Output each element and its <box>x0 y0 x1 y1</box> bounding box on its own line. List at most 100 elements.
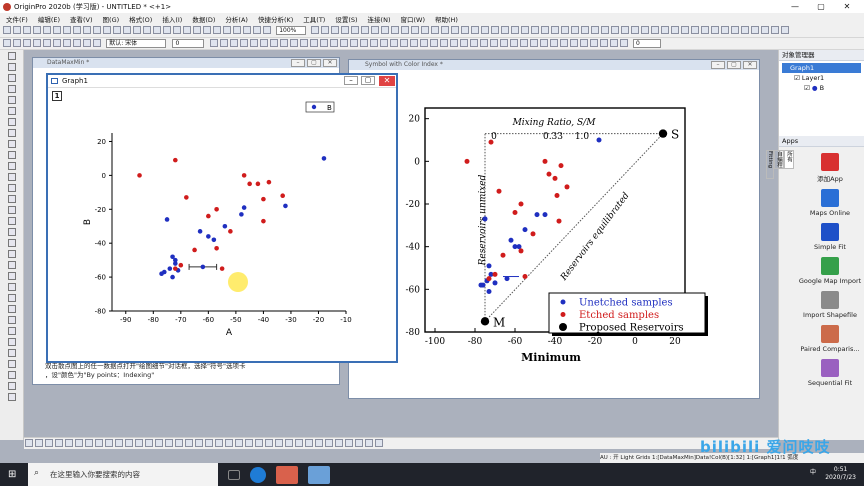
app-3[interactable]: Google Map Import <box>797 257 863 285</box>
left-tool-icon-2[interactable] <box>7 74 16 82</box>
std2-tool-icon-28[interactable] <box>591 26 600 34</box>
std2-tool-icon-37[interactable] <box>681 26 690 34</box>
bottom-tool-icon-0[interactable] <box>25 439 33 447</box>
std2-tool-icon-22[interactable] <box>531 26 540 34</box>
left-tool-icon-19[interactable] <box>7 261 16 269</box>
std2-tool-icon-10[interactable] <box>411 26 420 34</box>
std-tool-icon-17[interactable] <box>173 26 181 34</box>
symbol-window[interactable]: Symbol with Color Index * – ▢ ✕ -100 -80 -60… <box>348 59 760 399</box>
bottom-tool-icon-10[interactable] <box>125 439 133 447</box>
left-tool-icon-31[interactable] <box>7 393 16 401</box>
fmt2-tool-icon-31[interactable] <box>519 39 528 47</box>
left-tool-icon-20[interactable] <box>7 272 16 280</box>
bottom-tool-icon-20[interactable] <box>225 439 233 447</box>
bottom-tool-icon-12[interactable] <box>145 439 153 447</box>
menu-item-3[interactable]: 图(G) <box>103 14 120 24</box>
fmt2-tool-icon-20[interactable] <box>409 39 418 47</box>
fmt2-tool-icon-5[interactable] <box>259 39 268 47</box>
menu-item-13[interactable]: 帮助(H) <box>435 14 458 24</box>
fmt2-tool-icon-39[interactable] <box>599 39 608 47</box>
fmt2-tool-icon-16[interactable] <box>369 39 378 47</box>
app-1[interactable]: Maps Online <box>797 189 863 217</box>
std2-tool-icon-13[interactable] <box>441 26 450 34</box>
fmt2-tool-icon-8[interactable] <box>289 39 298 47</box>
bottom-tool-icon-27[interactable] <box>295 439 303 447</box>
fmt2-tool-icon-26[interactable] <box>469 39 478 47</box>
left-tool-icon-1[interactable] <box>7 63 16 71</box>
close-btn[interactable]: ✕ <box>323 59 337 67</box>
bottom-tool-icon-35[interactable] <box>375 439 383 447</box>
bottom-tool-icon-25[interactable] <box>275 439 283 447</box>
left-tool-icon-25[interactable] <box>7 327 16 335</box>
fmt-tool-icon-5[interactable] <box>53 39 61 47</box>
std2-tool-icon-17[interactable] <box>481 26 490 34</box>
std2-tool-icon-16[interactable] <box>471 26 480 34</box>
close-btn[interactable]: ✕ <box>743 61 757 69</box>
std2-tool-icon-11[interactable] <box>421 26 430 34</box>
std2-tool-icon-41[interactable] <box>721 26 730 34</box>
start-icon[interactable]: ⊞ <box>8 469 16 480</box>
max-btn[interactable]: ▢ <box>307 59 321 67</box>
left-tool-icon-3[interactable] <box>7 85 16 93</box>
std2-tool-icon-3[interactable] <box>341 26 350 34</box>
ime-indicator[interactable]: 中 <box>810 469 816 477</box>
fmt2-tool-icon-13[interactable] <box>339 39 348 47</box>
bottom-tool-icon-33[interactable] <box>355 439 363 447</box>
std2-tool-icon-14[interactable] <box>451 26 460 34</box>
left-tool-icon-10[interactable] <box>7 162 16 170</box>
fmt2-tool-icon-24[interactable] <box>449 39 458 47</box>
std2-tool-icon-47[interactable] <box>781 26 790 34</box>
min-btn[interactable]: – <box>711 61 725 69</box>
fmt2-tool-icon-40[interactable] <box>609 39 618 47</box>
std2-tool-icon-45[interactable] <box>761 26 770 34</box>
left-tool-icon-13[interactable] <box>7 195 16 203</box>
fmt-tool-icon-7[interactable] <box>73 39 81 47</box>
menu-item-11[interactable]: 连接(N) <box>368 14 391 24</box>
left-tool-icon-6[interactable] <box>7 118 16 126</box>
fmt2-tool-icon-19[interactable] <box>399 39 408 47</box>
bottom-tool-icon-24[interactable] <box>265 439 273 447</box>
std-tool-icon-0[interactable] <box>3 26 11 34</box>
std2-tool-icon-27[interactable] <box>581 26 590 34</box>
left-tool-icon-5[interactable] <box>7 107 16 115</box>
fmt2-tool-icon-2[interactable] <box>229 39 238 47</box>
left-tool-icon-16[interactable] <box>7 228 16 236</box>
std-tool-icon-12[interactable] <box>123 26 131 34</box>
left-tool-icon-22[interactable] <box>7 294 16 302</box>
bottom-tool-icon-8[interactable] <box>105 439 113 447</box>
origin-taskbar-icon[interactable] <box>276 465 298 484</box>
left-tool-icon-12[interactable] <box>7 184 16 192</box>
fmt2-tool-icon-9[interactable] <box>299 39 308 47</box>
edge-icon[interactable] <box>250 466 266 483</box>
bottom-tool-icon-22[interactable] <box>245 439 253 447</box>
left-tool-icon-29[interactable] <box>7 371 16 379</box>
fmt-tool-icon-8[interactable] <box>83 39 91 47</box>
std2-tool-icon-21[interactable] <box>521 26 530 34</box>
minimize-button[interactable]: — <box>782 0 808 13</box>
fmt2-tool-icon-37[interactable] <box>579 39 588 47</box>
bottom-tool-icon-7[interactable] <box>95 439 103 447</box>
std2-tool-icon-31[interactable] <box>621 26 630 34</box>
std-tool-icon-24[interactable] <box>243 26 251 34</box>
apps-tab-custom[interactable]: 自编程 <box>774 150 784 169</box>
fmt2-tool-icon-14[interactable] <box>349 39 358 47</box>
fmt2-tool-icon-36[interactable] <box>569 39 578 47</box>
std2-tool-icon-9[interactable] <box>401 26 410 34</box>
left-tool-icon-23[interactable] <box>7 305 16 313</box>
std2-tool-icon-5[interactable] <box>361 26 370 34</box>
menu-item-7[interactable]: 分析(A) <box>225 14 248 24</box>
fmt2-tool-icon-38[interactable] <box>589 39 598 47</box>
bottom-tool-icon-19[interactable] <box>215 439 223 447</box>
min-btn[interactable]: – <box>291 59 305 67</box>
bottom-tool-icon-15[interactable] <box>175 439 183 447</box>
left-tool-icon-30[interactable] <box>7 382 16 390</box>
std2-tool-icon-29[interactable] <box>601 26 610 34</box>
std2-tool-icon-12[interactable] <box>431 26 440 34</box>
std2-tool-icon-43[interactable] <box>741 26 750 34</box>
std-tool-icon-22[interactable] <box>223 26 231 34</box>
menu-item-8[interactable]: 快捷分析(K) <box>258 14 293 24</box>
bottom-tool-icon-4[interactable] <box>65 439 73 447</box>
bottom-tool-icon-28[interactable] <box>305 439 313 447</box>
left-tool-icon-14[interactable] <box>7 206 16 214</box>
graph1-close[interactable]: ✕ <box>379 76 395 86</box>
